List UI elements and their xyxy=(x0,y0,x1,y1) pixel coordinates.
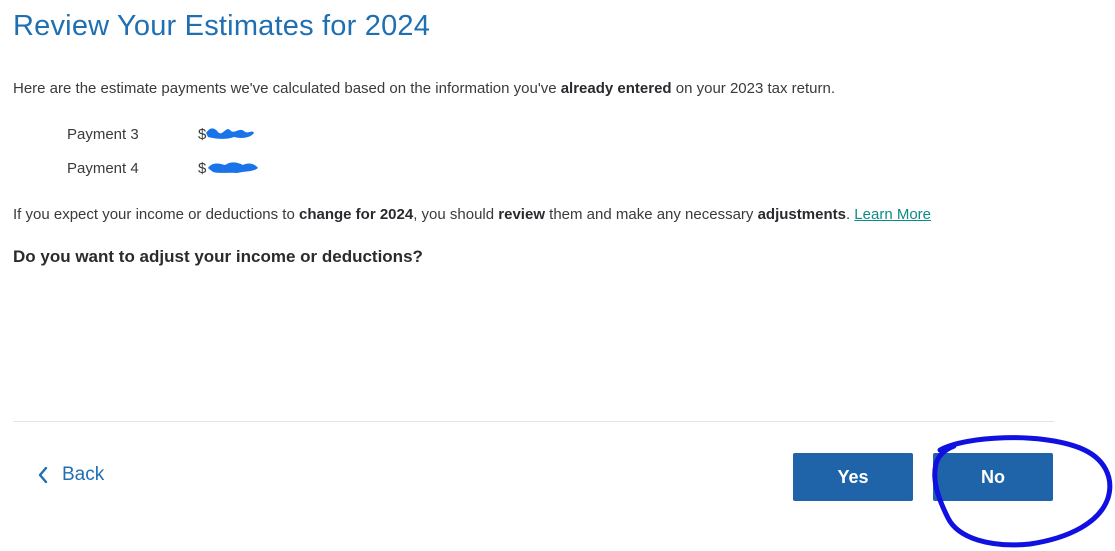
advice-text-part1: If you expect your income or deductions … xyxy=(13,206,299,223)
advice-text-bold1: change for 2024 xyxy=(299,206,414,223)
redaction-scribble xyxy=(206,128,254,139)
redaction-scribble xyxy=(208,162,258,173)
payment-label: Payment 4 xyxy=(67,160,139,177)
review-estimates-page: Review Your Estimates for 2024 Here are … xyxy=(0,0,1115,551)
intro-text-part1: Here are the estimate payments we've cal… xyxy=(13,80,561,97)
advice-text: If you expect your income or deductions … xyxy=(13,206,931,223)
intro-text: Here are the estimate payments we've cal… xyxy=(13,80,835,97)
page-title: Review Your Estimates for 2024 xyxy=(13,10,431,42)
advice-text-part3: them and make any necessary xyxy=(544,206,758,223)
no-button[interactable]: No xyxy=(933,453,1053,501)
advice-text-bold2: review xyxy=(498,206,545,223)
yes-button[interactable]: Yes xyxy=(793,453,913,501)
advice-text-bold3: adjustments xyxy=(757,206,846,223)
chevron-left-icon xyxy=(38,467,48,483)
back-label: Back xyxy=(62,464,105,485)
advice-text-part2: , you should xyxy=(413,206,499,223)
adjust-question: Do you want to adjust your income or ded… xyxy=(13,247,423,266)
intro-text-part2: on your 2023 tax return. xyxy=(671,80,836,97)
payment-label: Payment 3 xyxy=(67,126,139,143)
intro-text-bold: already entered xyxy=(560,80,672,97)
back-button[interactable]: Back xyxy=(38,464,104,486)
divider xyxy=(13,421,1054,422)
learn-more-link[interactable]: Learn More xyxy=(854,206,931,223)
